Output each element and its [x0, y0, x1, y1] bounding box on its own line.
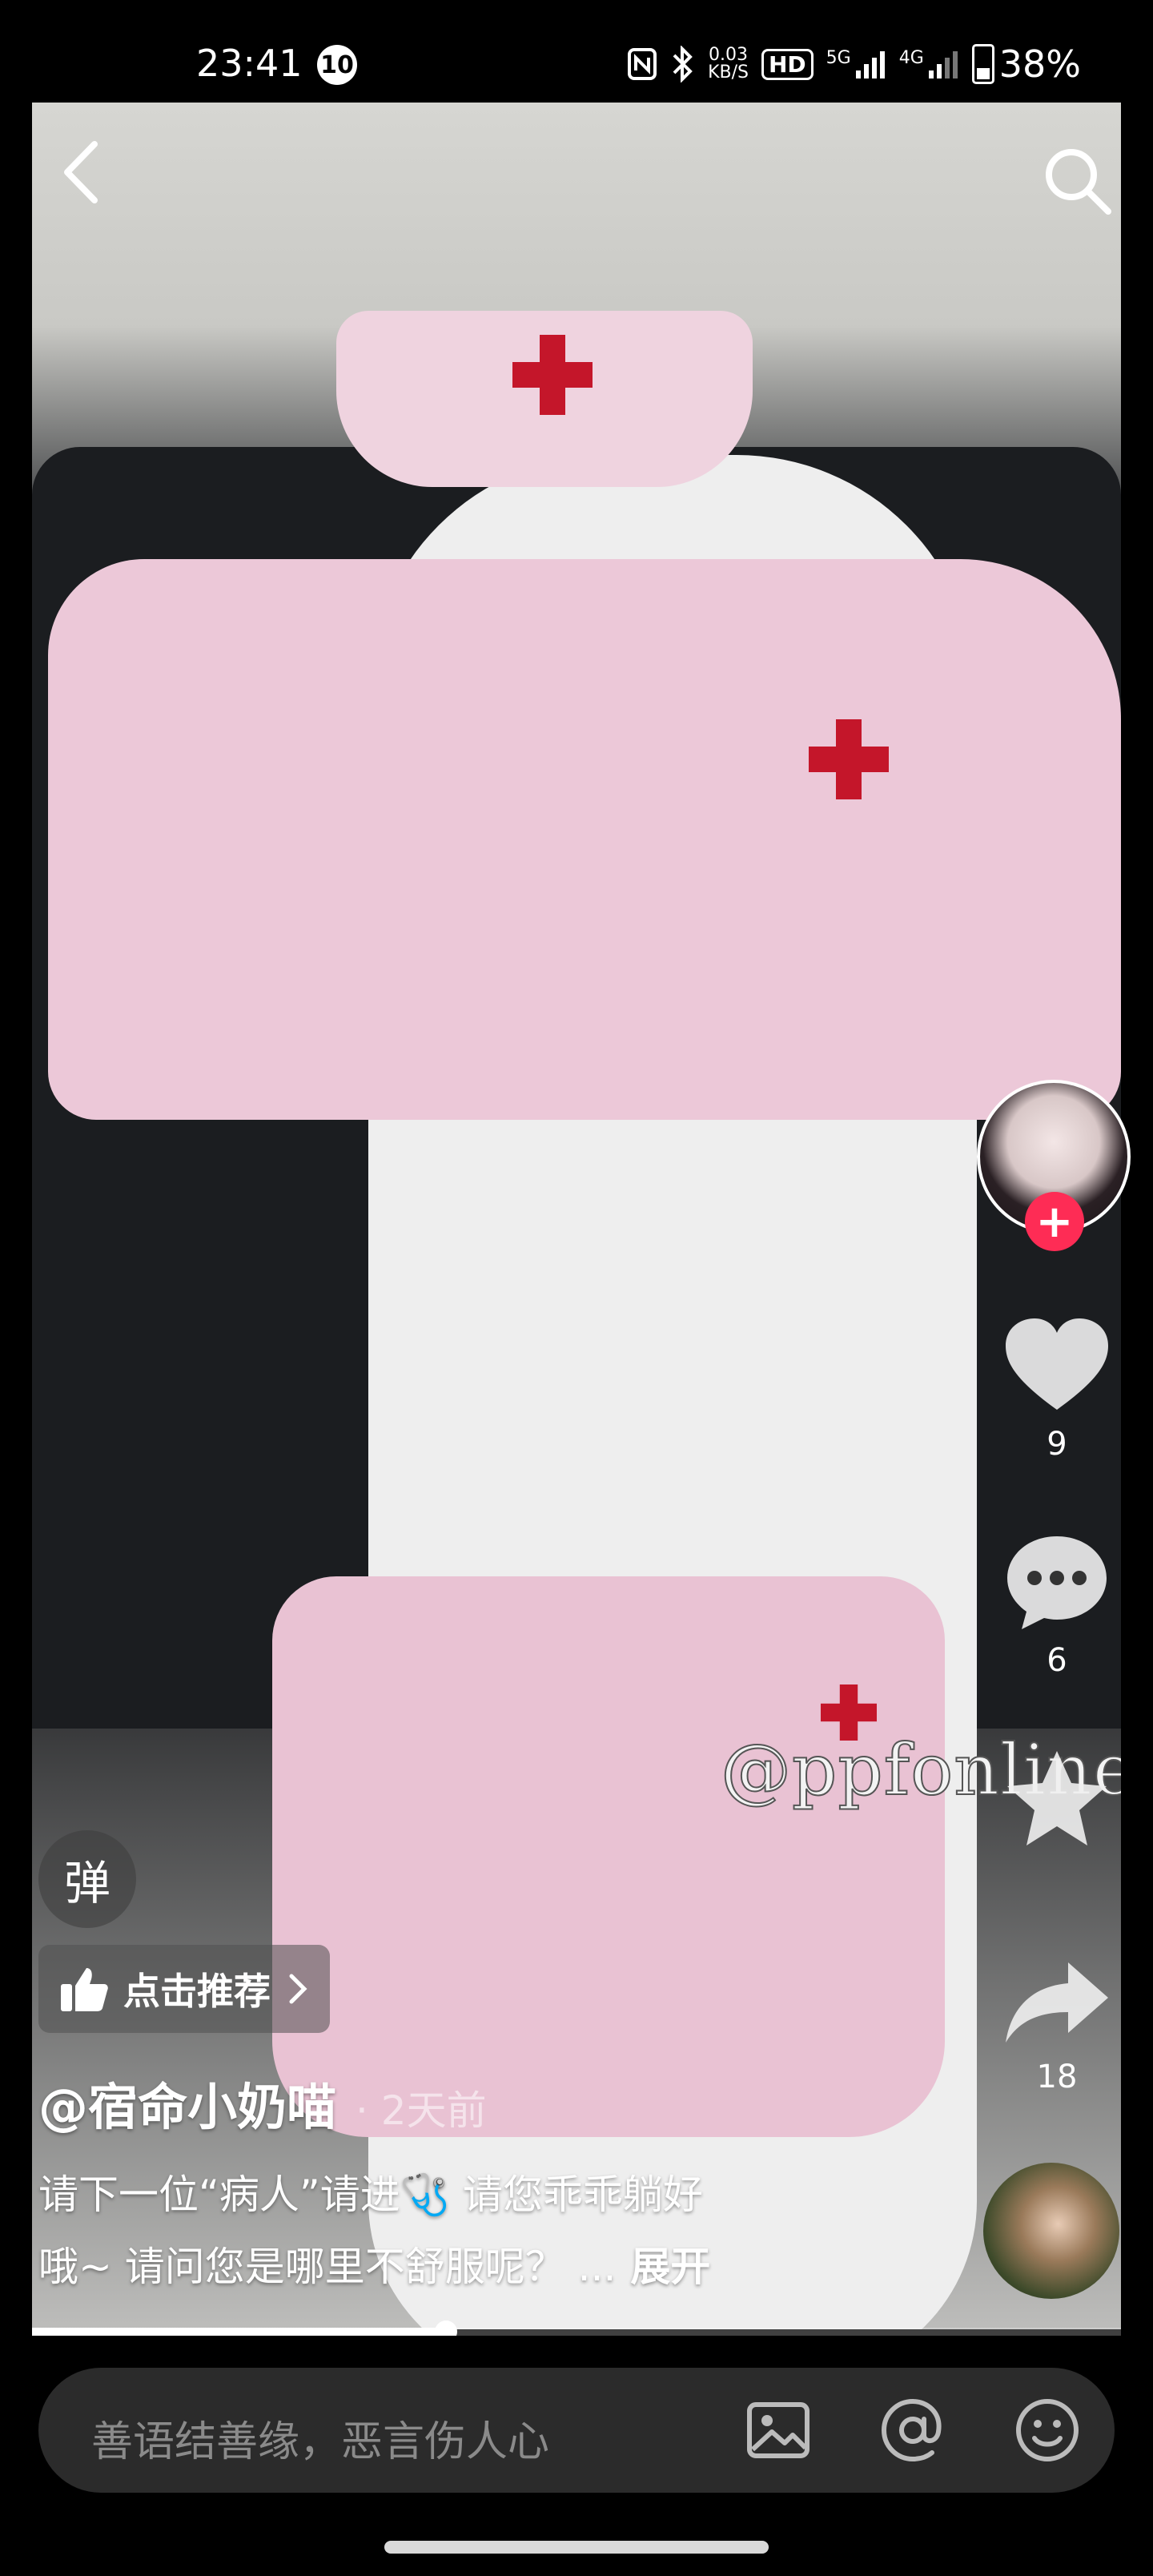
recommend-button[interactable]: 点击推荐 — [38, 1945, 330, 2033]
thumbs-up-icon — [61, 1968, 108, 2011]
video-progress-bar[interactable] — [32, 2320, 1121, 2343]
recommend-label: 点击推荐 — [123, 1970, 271, 2013]
nfc-icon — [628, 48, 657, 80]
comment-placeholder: 善语结善缘，恶言伤人心 — [91, 2418, 550, 2466]
battery: 38% — [971, 42, 1081, 86]
signal-icon — [855, 51, 885, 78]
battery-icon — [971, 44, 994, 84]
status-icons: 0.03 KB/S HD 5G 4G 38% — [626, 35, 1081, 93]
signal-label-4g: 4G — [898, 48, 924, 68]
signal-label-5g: 5G — [826, 48, 851, 68]
cross-mark — [809, 719, 889, 799]
caption-line-1: 请下一位“病人”请进🩺 请您乖乖躺好 — [38, 2171, 703, 2218]
like-button[interactable]: 9 — [985, 1314, 1129, 1463]
author-avatar-group[interactable]: + — [977, 1080, 1131, 1251]
danmu-toggle[interactable]: 弹 — [38, 1830, 136, 1928]
share-icon — [1006, 1962, 1108, 2043]
cross-mark — [512, 335, 593, 415]
image-icon[interactable] — [743, 2395, 814, 2465]
signal-icon-secondary — [928, 51, 958, 78]
video-shirt — [48, 559, 1121, 1120]
bluetooth-icon — [673, 46, 693, 83]
clock: 23:41 — [196, 42, 303, 85]
heart-icon — [1006, 1318, 1108, 1410]
mention-icon[interactable] — [878, 2395, 948, 2465]
expand-button[interactable]: 展开 — [630, 2244, 710, 2290]
caption-line-2: 哦~ 请问您是哪里不舒服呢？ ... — [38, 2244, 617, 2290]
hd-badge: HD — [761, 48, 814, 80]
chevron-right-icon — [289, 1974, 307, 2004]
search-icon[interactable] — [1041, 144, 1113, 216]
author-name[interactable]: @宿命小奶喵 — [38, 2067, 336, 2139]
battery-percent: 38% — [998, 42, 1081, 86]
follow-button[interactable]: + — [1025, 1192, 1084, 1251]
status-bar: 23:41 10 0.03 KB/S HD 5G 4G 38% — [0, 0, 1153, 103]
video-caption[interactable]: 请下一位“病人”请进🩺 请您乖乖躺好 哦~ 请问您是哪里不舒服呢？ ... 展开 — [38, 2159, 839, 2303]
like-count: 9 — [1047, 1426, 1067, 1463]
star-icon — [1007, 1751, 1107, 1845]
network-speed-unit: KB/S — [708, 62, 749, 83]
music-disc[interactable] — [983, 2163, 1119, 2299]
comment-button[interactable]: 6 — [985, 1530, 1129, 1679]
bottom-bar: 善语结善缘，恶言伤人心 — [0, 2336, 1153, 2576]
back-icon[interactable] — [54, 136, 110, 208]
comment-count: 6 — [1047, 1642, 1067, 1679]
network-speed-value: 0.03 — [709, 45, 748, 65]
notification-badge: 10 — [317, 45, 357, 85]
favorite-button[interactable] — [985, 1746, 1129, 1854]
emoji-icon[interactable] — [1012, 2395, 1083, 2465]
progress-fill — [32, 2328, 446, 2336]
network-speed: 0.03 KB/S — [708, 46, 749, 82]
author-row: @宿命小奶喵 · 2天前 — [38, 2067, 487, 2139]
comment-icon — [1007, 1536, 1107, 1629]
home-indicator[interactable] — [384, 2541, 769, 2554]
post-time: · 2天前 — [356, 2087, 487, 2134]
danmu-label: 弹 — [63, 1856, 110, 1910]
video-skirt — [272, 1576, 945, 2137]
share-button[interactable]: 18 — [985, 1954, 1129, 2095]
comment-input[interactable]: 善语结善缘，恶言伤人心 — [38, 2368, 1115, 2493]
share-count: 18 — [1036, 2059, 1078, 2095]
